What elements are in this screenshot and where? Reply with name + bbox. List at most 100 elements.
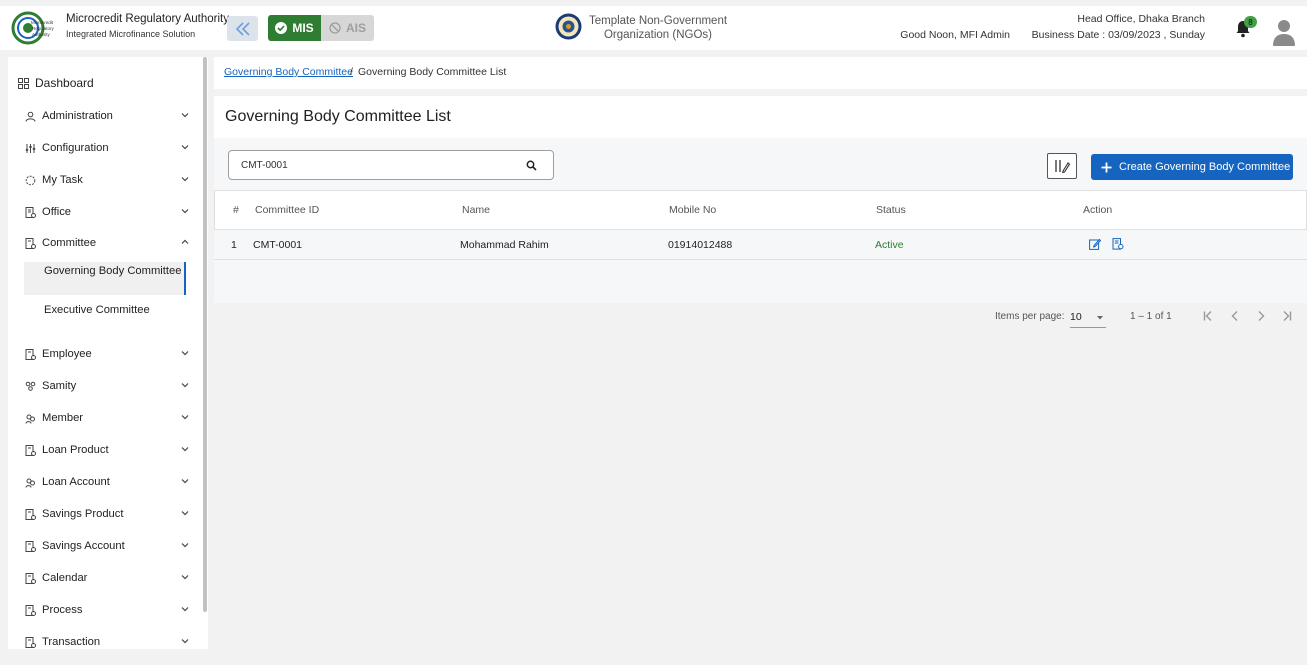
- svg-text:Regulatory: Regulatory: [32, 26, 55, 31]
- chevron-down-icon: [181, 511, 189, 516]
- next-page-icon[interactable]: [1254, 309, 1268, 323]
- chevron-down-icon: [181, 415, 189, 420]
- sidebar-item-configuration[interactable]: Configuration: [24, 140, 190, 156]
- sidebar-item-savings-account[interactable]: Savings Account: [24, 538, 190, 554]
- view-details-icon[interactable]: [1112, 238, 1124, 250]
- page-range: 1 – 1 of 1: [1130, 311, 1172, 322]
- column-header-mobile[interactable]: Mobile No: [669, 204, 716, 216]
- office-icon: [24, 206, 36, 218]
- employee-icon: [24, 348, 36, 360]
- savings-product-icon: [24, 508, 36, 520]
- column-header-index: #: [233, 204, 239, 216]
- last-page-icon[interactable]: [1280, 309, 1294, 323]
- cell-mobile: 01914012488: [668, 239, 733, 251]
- admin-icon: [24, 110, 36, 122]
- sidebar-item-employee[interactable]: Employee: [24, 346, 190, 362]
- disabled-icon: [329, 22, 341, 34]
- sidebar-subitem-governing-body-committee[interactable]: Governing Body Committee: [24, 262, 186, 295]
- sidebar-item-loan-account[interactable]: Loan Account: [24, 474, 190, 490]
- brand-title: Microcredit Regulatory Authority: [66, 13, 229, 25]
- brand-subtitle: Integrated Microfinance Solution: [66, 29, 196, 39]
- create-button-label: Create Governing Body Committee: [1119, 161, 1291, 173]
- previous-page-icon[interactable]: [1228, 309, 1242, 323]
- sidebar-item-samity[interactable]: Samity: [24, 378, 190, 394]
- search-icon[interactable]: [526, 160, 537, 171]
- committee-icon: [24, 237, 36, 249]
- chevron-down-icon: [181, 575, 189, 580]
- cell-index: 1: [231, 239, 237, 251]
- dropdown-arrow-icon: [1097, 316, 1103, 320]
- cell-name: Mohammad Rahim: [460, 239, 549, 251]
- sidebar-item-member[interactable]: Member: [24, 410, 190, 426]
- svg-text:Authority: Authority: [32, 32, 51, 37]
- ais-label: AIS: [345, 21, 366, 35]
- sidebar-subitem-executive-committee[interactable]: Executive Committee: [24, 304, 186, 317]
- column-header-committee-id[interactable]: Committee ID: [255, 204, 319, 216]
- sidebar-item-loan-product[interactable]: Loan Product: [24, 442, 190, 458]
- sidebar-label: Configuration: [42, 142, 109, 154]
- chevron-down-icon: [181, 543, 189, 548]
- sidebar-item-office[interactable]: Office: [24, 204, 190, 220]
- module-switch: MIS AIS: [268, 15, 374, 41]
- chevron-down-icon: [181, 351, 189, 356]
- chevron-down-icon: [181, 479, 189, 484]
- chevron-down-icon: [181, 177, 189, 182]
- create-governing-body-committee-button[interactable]: Create Governing Body Committee: [1091, 154, 1293, 180]
- collapse-sidebar-button[interactable]: [227, 16, 258, 41]
- chevron-down-icon: [181, 209, 189, 214]
- dashboard-label: Dashboard: [35, 76, 94, 90]
- calendar-icon: [24, 572, 36, 584]
- table-row[interactable]: 1 CMT-0001 Mohammad Rahim 01914012488 Ac…: [214, 230, 1307, 260]
- sidebar-item-calendar[interactable]: Calendar: [24, 570, 190, 586]
- sidebar-label: Samity: [42, 380, 77, 392]
- sidebar-label: Savings Account: [42, 540, 125, 552]
- mra-logo-icon: Microcredit Regulatory Authority: [11, 11, 55, 45]
- transaction-icon: [24, 636, 36, 648]
- column-header-status[interactable]: Status: [876, 204, 906, 216]
- sidebar-label: Loan Account: [42, 476, 110, 488]
- cell-committee-id: CMT-0001: [253, 239, 303, 251]
- sidebar-label: Transaction: [42, 636, 101, 648]
- user-avatar-icon[interactable]: [1272, 18, 1296, 46]
- plus-icon: [1101, 162, 1112, 172]
- dashboard-icon: [18, 77, 29, 89]
- search-input[interactable]: [241, 157, 511, 173]
- edit-icon[interactable]: [1089, 238, 1101, 250]
- chevron-down-icon: [181, 145, 189, 150]
- page-title: Governing Body Committee List: [225, 108, 451, 125]
- notification-badge: 8: [1244, 16, 1257, 28]
- breadcrumb: Governing Body Committee / Governing Bod…: [214, 57, 1307, 89]
- sidebar-item-dashboard[interactable]: Dashboard: [18, 76, 94, 90]
- sidebar-item-process[interactable]: Process: [24, 602, 190, 618]
- double-chevron-left-icon: [235, 21, 250, 36]
- paginator: Items per page: 10 1 – 1 of 1: [214, 302, 1307, 332]
- sidebar-label: Savings Product: [42, 508, 124, 520]
- sidebar-item-my-task[interactable]: My Task: [24, 172, 190, 188]
- sidebar-label: Process: [42, 604, 83, 616]
- main-panel: Governing Body Committee List Create Gov…: [214, 96, 1307, 328]
- sidebar-item-administration[interactable]: Administration: [24, 108, 190, 124]
- sidebar-item-transaction[interactable]: Transaction: [24, 634, 190, 649]
- process-icon: [24, 604, 36, 616]
- check-circle-icon: [275, 22, 288, 34]
- panel-body: Create Governing Body Committee # Commit…: [214, 138, 1307, 328]
- sidebar-item-committee[interactable]: Committee: [24, 235, 190, 251]
- table-header: # Committee ID Name Mobile No Status Act…: [214, 190, 1307, 230]
- column-settings-button[interactable]: [1047, 153, 1077, 179]
- greeting-text: Good Noon, MFI Admin: [900, 29, 1010, 41]
- sidebar-item-savings-product[interactable]: Savings Product: [24, 506, 190, 522]
- breadcrumb-link-governing-body-committee[interactable]: Governing Body Committee: [224, 66, 353, 78]
- column-header-name[interactable]: Name: [462, 204, 490, 216]
- chevron-down-icon: [181, 607, 189, 612]
- sidebar-label: Member: [42, 412, 84, 424]
- sidebar-label: Calendar: [42, 572, 88, 584]
- items-per-page-select[interactable]: 10: [1070, 306, 1106, 328]
- mis-toggle[interactable]: MIS: [268, 15, 321, 41]
- mis-label: MIS: [292, 21, 314, 35]
- task-icon: [24, 174, 36, 186]
- sidebar-scrollbar[interactable]: [203, 57, 207, 612]
- first-page-icon[interactable]: [1201, 309, 1215, 323]
- sidebar-label: My Task: [42, 174, 83, 186]
- items-per-page-label: Items per page:: [995, 311, 1065, 322]
- ais-toggle[interactable]: AIS: [321, 15, 374, 41]
